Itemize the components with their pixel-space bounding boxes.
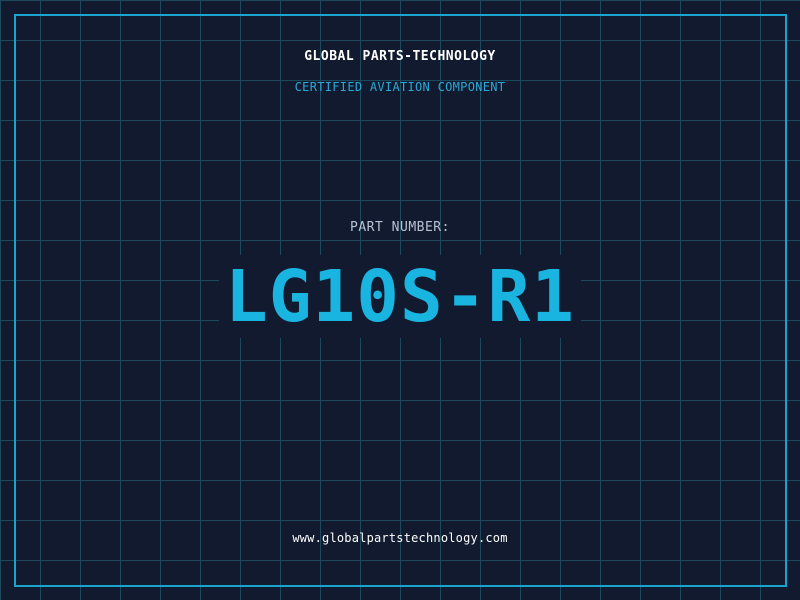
- part-number-value: LG10S-R1: [0, 254, 800, 340]
- part-number-label: PART NUMBER:: [350, 220, 450, 235]
- website-url: www.globalpartstechnology.com: [292, 531, 508, 545]
- part-number-text: LG10S-R1: [219, 255, 581, 338]
- brand-subtitle: CERTIFIED AVIATION COMPONENT: [294, 80, 506, 94]
- brand-title: GLOBAL PARTS-TECHNOLOGY: [304, 49, 496, 64]
